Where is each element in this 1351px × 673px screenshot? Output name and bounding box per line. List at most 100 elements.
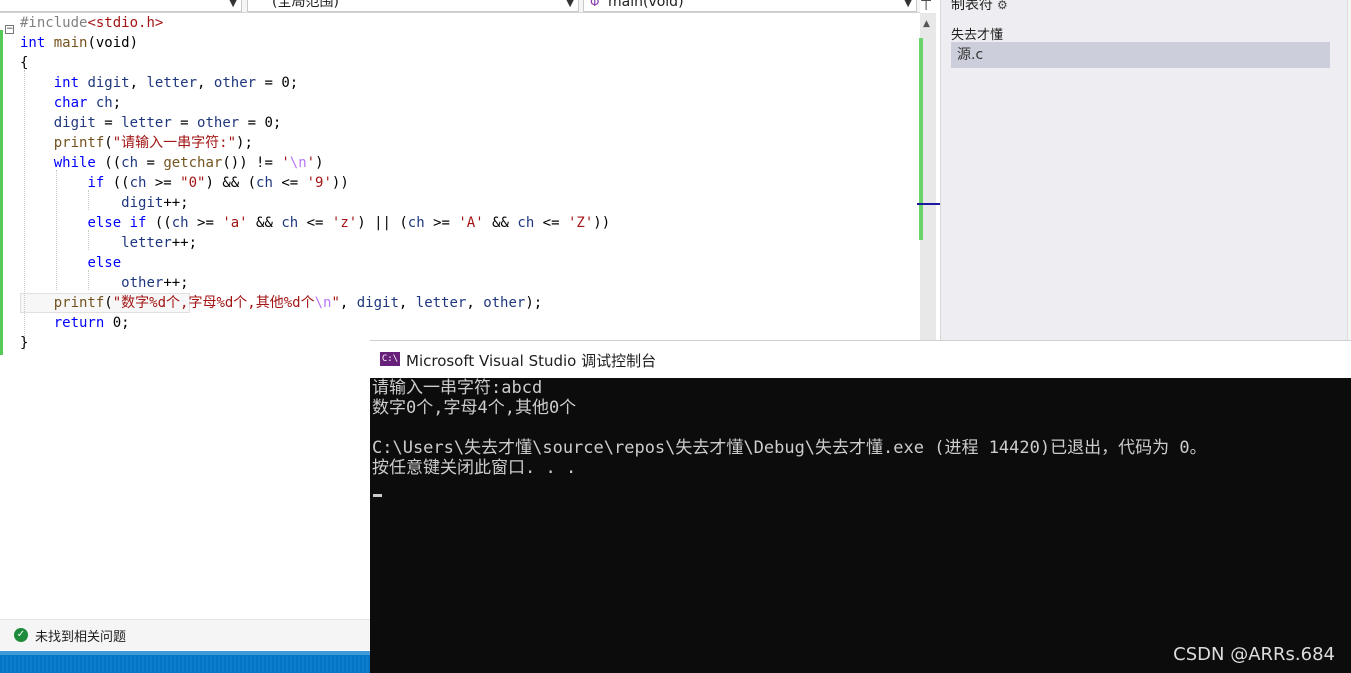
project-name[interactable]: 失去才懂 [951, 24, 1003, 43]
code-token: , [197, 75, 214, 91]
code-token: ' [281, 155, 290, 171]
scope-dropdown[interactable]: (全局范围) ▼ [247, 0, 579, 12]
split-window-icon[interactable]: ⊤ [920, 0, 932, 14]
code-token: letter [121, 115, 172, 131]
console-line: 请输入一串字符:abcd [372, 378, 543, 398]
issues-text: 未找到相关问题 [35, 630, 127, 645]
gear-icon[interactable]: ⚙ [997, 0, 1008, 12]
code-line[interactable]: { [20, 53, 28, 73]
code-line[interactable]: digit = letter = other = 0; [20, 113, 282, 133]
code-token: main [53, 35, 88, 51]
status-bar-texture [0, 655, 370, 673]
code-token: " [331, 295, 340, 311]
code-token: 'a' [222, 215, 248, 231]
code-token: >= [188, 215, 223, 231]
code-line[interactable]: printf("数字%d个,字母%d个,其他%d个\n", digit, let… [20, 293, 543, 313]
issues-indicator[interactable]: ✓ 未找到相关问题 [0, 619, 370, 650]
code-token: (( [146, 215, 172, 231]
code-token: digit [87, 75, 130, 91]
code-line[interactable]: digit++; [20, 193, 188, 213]
scope-dropdown-label: (全局范围) [272, 0, 339, 10]
code-line[interactable]: while ((ch = getchar()) != '\n') [20, 153, 324, 173]
console-cursor [373, 494, 382, 497]
code-token: if [129, 215, 147, 231]
code-token: printf [53, 135, 105, 151]
code-token: other [213, 75, 257, 91]
code-token: digit [53, 115, 96, 131]
code-token: other [483, 295, 526, 311]
code-line[interactable]: char ch; [20, 93, 121, 113]
code-token: ' [306, 155, 316, 171]
code-token: && [247, 215, 282, 231]
code-token: other [197, 115, 240, 131]
code-token: letter [146, 75, 198, 91]
code-token: if [87, 175, 105, 191]
code-token: = 0; [256, 75, 299, 91]
code-line[interactable]: else [20, 253, 121, 273]
debug-console-window[interactable]: C:\ Microsoft Visual Studio 调试控制台 请输入一串字… [370, 340, 1351, 673]
code-token: ++; [163, 275, 189, 291]
code-token: ) && ( [205, 175, 257, 191]
code-token: digit [121, 195, 164, 211]
code-token: 'z' [331, 215, 358, 231]
code-token: ch [171, 215, 189, 231]
project-dropdown[interactable]: ▼ [0, 0, 242, 12]
code-token: ch [256, 175, 273, 191]
code-token: = [138, 155, 164, 171]
code-line[interactable]: if ((ch >= "0") && (ch <= '9')) [20, 173, 349, 193]
code-token: getchar [163, 155, 223, 171]
code-token: (void) [87, 35, 139, 51]
watermark: CSDN @A⁠⁠⁠R⁠⁠R⁠s.684 [1173, 644, 1335, 665]
code-line[interactable]: #include<stdio.h> [20, 13, 163, 33]
code-token: <= [534, 215, 568, 231]
code-token: , [466, 295, 484, 311]
code-token: 0; [104, 315, 130, 331]
scroll-up-icon[interactable]: ▲ [923, 19, 930, 29]
code-line[interactable]: other++; [20, 273, 189, 293]
console-line: 数字0个,字母4个,其他0个 [372, 398, 577, 418]
code-token: ); [525, 295, 543, 311]
code-line[interactable]: int digit, letter, other = 0; [20, 73, 299, 93]
file-item-selected[interactable]: 源.c [951, 42, 1330, 68]
code-token: , [398, 295, 416, 311]
change-marker-bar [0, 30, 3, 355]
chevron-down-icon: ▼ [229, 0, 237, 9]
code-token: ch [407, 215, 425, 231]
code-token: \n [289, 155, 307, 171]
code-token: ch [517, 215, 535, 231]
console-line: 按任意键关闭此窗口. . . [372, 458, 577, 478]
code-token: digit [356, 295, 399, 311]
code-line[interactable]: } [20, 333, 28, 353]
code-token: int [53, 75, 80, 91]
function-dropdown[interactable]: Φ main(void) ▼ [583, 0, 917, 12]
code-token: <= [298, 215, 332, 231]
code-token: <= [272, 175, 307, 191]
code-token: )) [593, 215, 611, 231]
code-token: else [87, 255, 122, 271]
collapse-icon[interactable]: − [5, 25, 14, 34]
code-token: ); [236, 135, 253, 151]
code-line[interactable]: int main(void) [20, 33, 138, 53]
code-line[interactable]: return 0; [20, 313, 130, 333]
code-token: ch [129, 175, 147, 191]
navigation-bar: ▼ (全局范围) ▼ Φ main(void) ▼ [0, 0, 920, 13]
code-token: '9' [306, 175, 332, 191]
code-line[interactable]: printf("请输入一串字符:"); [20, 133, 253, 153]
console-title-bar[interactable]: C:\ Microsoft Visual Studio 调试控制台 [370, 340, 1351, 378]
code-token: )) [331, 175, 349, 191]
check-circle-icon: ✓ [14, 628, 28, 642]
code-line[interactable]: letter++; [20, 233, 197, 253]
code-line[interactable]: else if ((ch >= 'a' && ch <= 'z') || (ch… [20, 213, 610, 233]
code-token: else [87, 215, 122, 231]
code-token: ( [104, 295, 113, 311]
code-token: return [53, 315, 105, 331]
